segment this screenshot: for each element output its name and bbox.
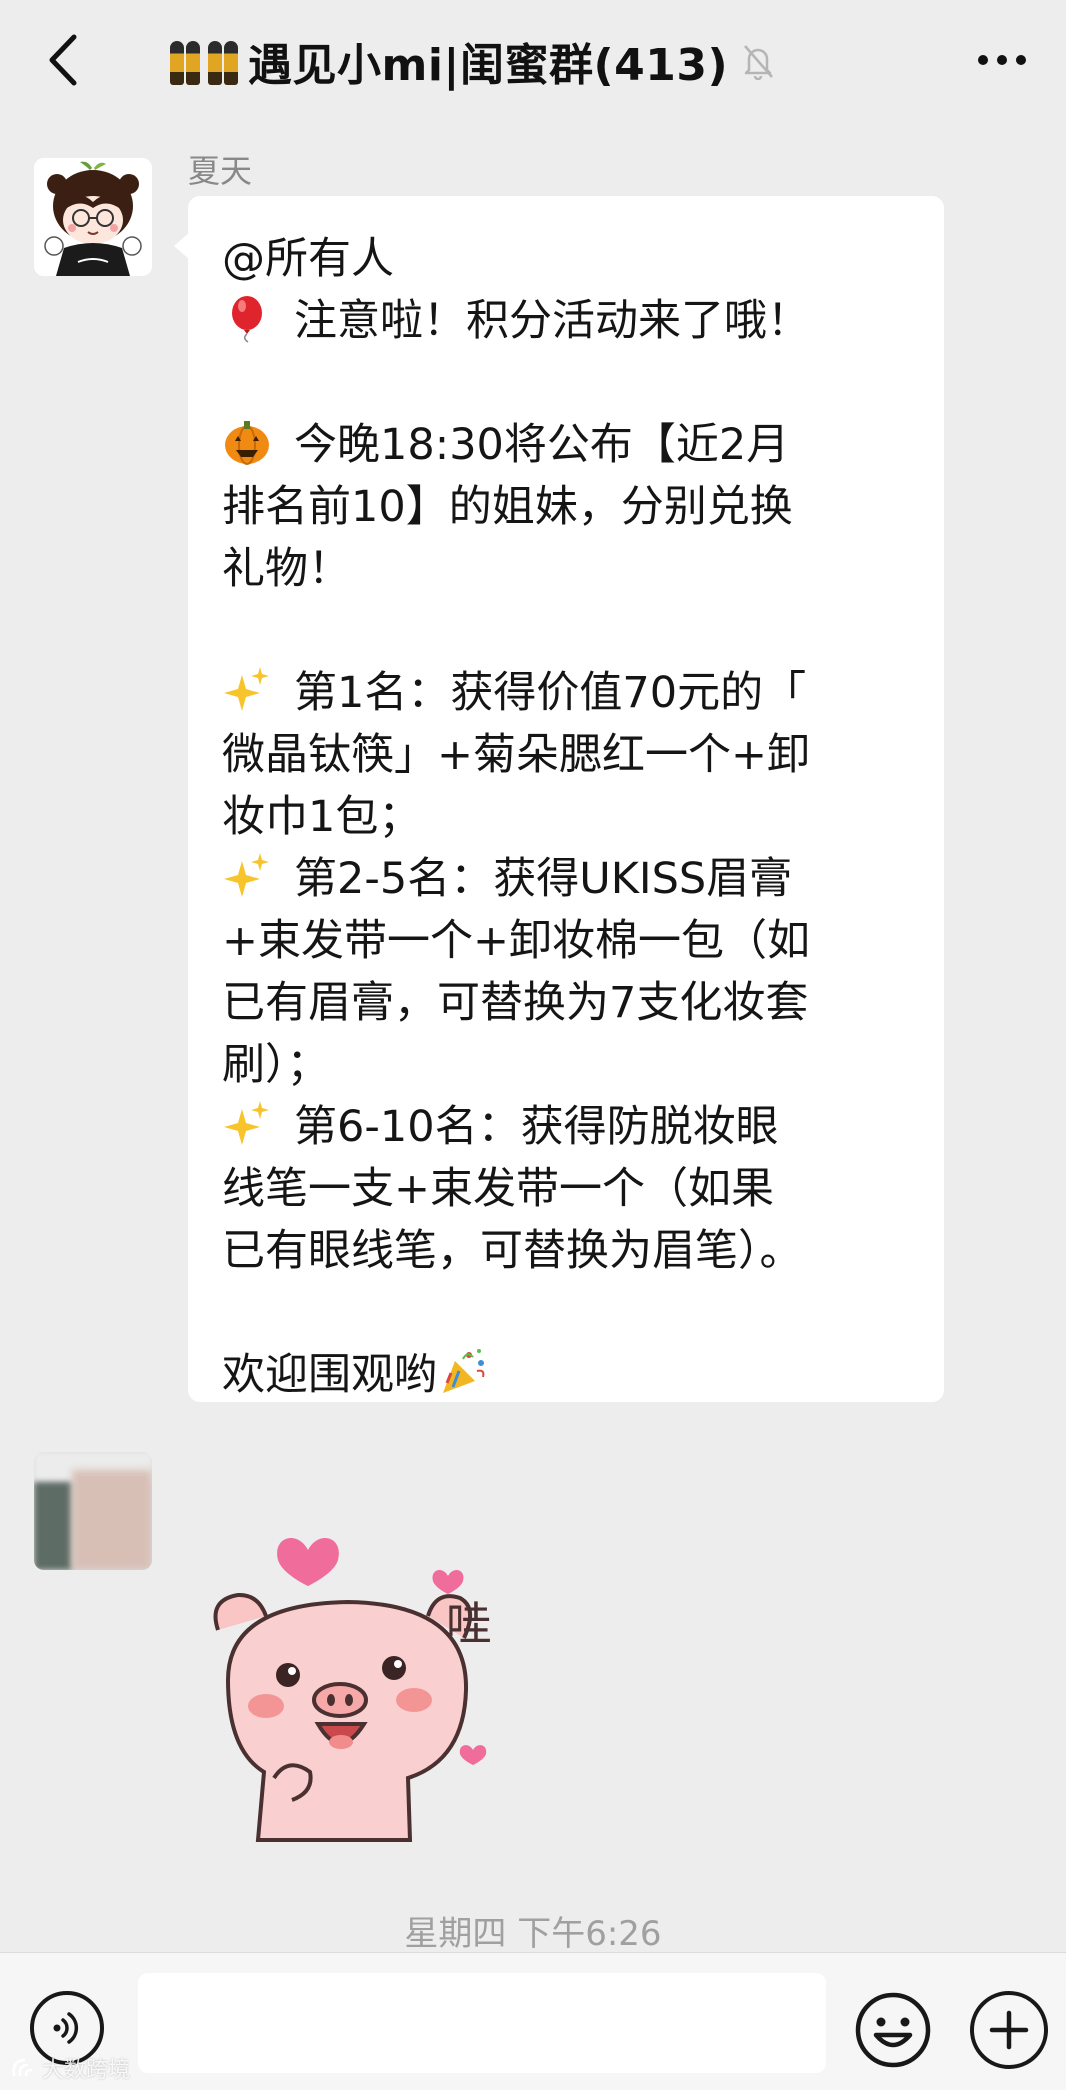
message-line: 礼物！ <box>222 544 351 594</box>
message-line: 已有眼线笔，可替换为眉笔）。 <box>222 1226 803 1276</box>
chevron-left-icon <box>49 34 77 86</box>
message-input[interactable] <box>138 1973 826 2073</box>
cartoon-boy-avatar <box>34 158 152 276</box>
watermark: 大数跨境 <box>10 2052 130 2084</box>
blurred-avatar-part <box>72 1470 152 1570</box>
party-popper-icon <box>443 1349 485 1393</box>
message-line: 线笔一支+束发带一个（如果 <box>222 1164 775 1214</box>
avatar[interactable] <box>34 1452 152 1570</box>
input-bar <box>0 1952 1066 2090</box>
sparkles-icon <box>224 667 269 711</box>
message-text: 第6-10名：获得防脱妆眼 <box>294 1102 779 1152</box>
message-line: 已有眉膏，可替换为7支化妆套 <box>222 978 809 1028</box>
avatar[interactable] <box>34 158 152 276</box>
message-line: @所有人 <box>222 234 394 284</box>
pig-sticker[interactable]: 哇 <box>188 1510 528 1850</box>
message-line-with-icon: 第6-10名：获得防脱妆眼 <box>222 1096 910 1158</box>
message-line-with-icon: 欢迎围观哟 <box>222 1344 910 1406</box>
message-line-with-icon: 第1名：获得价值70元的「 <box>222 662 910 724</box>
emoji-icon <box>855 1992 931 2068</box>
dancers-icon <box>208 37 240 85</box>
watermark-logo-icon <box>12 2058 33 2077</box>
message-line: 微晶钛筷」+菊朵腮红一个+卸 <box>222 730 811 780</box>
more-dot <box>978 55 988 65</box>
emoji-button[interactable] <box>854 1991 932 2069</box>
message-text: 注意啦！积分活动来了哦！ <box>294 296 810 346</box>
title-emoji-group <box>170 37 240 85</box>
watermark-text: 大数跨境 <box>42 2058 131 2083</box>
chat-header: 遇见小mi|闺蜜群(413) <box>0 0 1066 124</box>
chat-title: 遇见小mi|闺蜜群(413) <box>248 40 729 91</box>
message-line-with-icon: 第2-5名：获得UKISS眉膏 <box>222 848 910 910</box>
plus-icon <box>989 2010 1029 2050</box>
sticker-text: 哇 <box>446 1597 492 1651</box>
bell-muted-icon <box>740 41 776 81</box>
message-bubble[interactable]: @所有人 注意啦！积分活动来了哦！ 今晚18:30将公布【近2月 排名前10】的… <box>174 196 944 1402</box>
message-text: 第2-5名：获得UKISS眉膏 <box>294 854 793 904</box>
message-line: 排名前10】的姐妹，分别兑换 <box>222 482 793 532</box>
message-line-with-icon: 今晚18:30将公布【近2月 <box>222 414 910 476</box>
sparkles-icon <box>224 853 269 897</box>
back-button[interactable] <box>38 28 86 92</box>
sparkles-icon <box>224 1101 269 1145</box>
sender-name: 夏天 <box>188 152 253 190</box>
timestamp: 星期四 下午6:26 <box>404 1914 662 1954</box>
message-line: +束发带一个+卸妆棉一包（如 <box>222 916 811 966</box>
more-dot <box>1016 55 1026 65</box>
pumpkin-icon <box>225 421 269 465</box>
message-line-with-icon: 注意啦！积分活动来了哦！ <box>222 290 910 352</box>
more-button[interactable] <box>966 34 1038 86</box>
plus-button[interactable] <box>970 1991 1048 2069</box>
balloon-icon <box>232 296 262 343</box>
message-text: 第1名：获得价值70元的「 <box>294 668 807 718</box>
dancers-icon <box>170 37 202 85</box>
message-line: 妆巾1包； <box>222 792 422 842</box>
chat-title-area[interactable]: 遇见小mi|闺蜜群(413) <box>170 26 776 96</box>
voice-icon <box>53 2012 79 2044</box>
message-text: 今晚18:30将公布【近2月 <box>294 420 790 470</box>
pig-sticker-graphic: 哇 <box>213 1537 492 1842</box>
more-dot <box>997 55 1007 65</box>
message-line: 刷）； <box>222 1040 330 1090</box>
message-text: 欢迎围观哟 <box>222 1350 437 1400</box>
blurred-avatar-part <box>34 1482 72 1570</box>
